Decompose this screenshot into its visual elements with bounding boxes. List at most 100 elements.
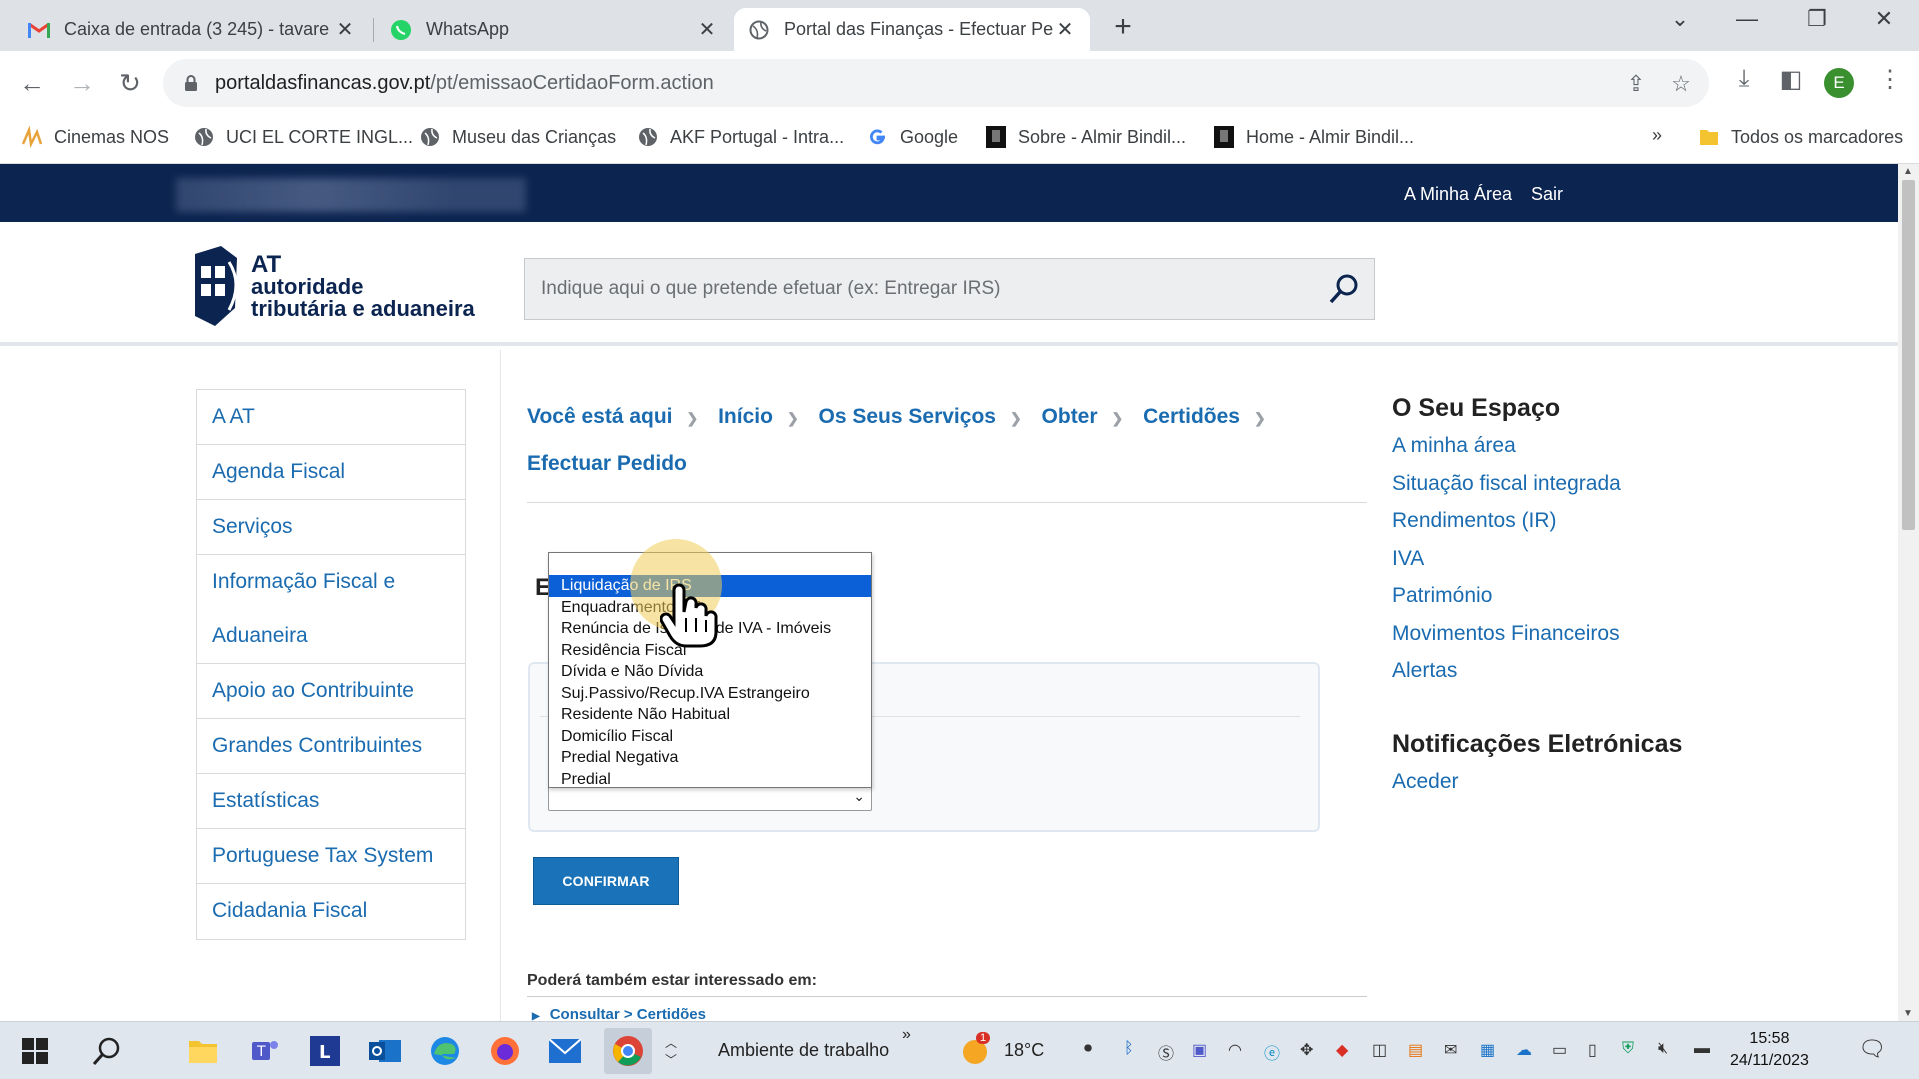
reload-icon[interactable]: ↻ [112,65,148,101]
menu-item-estatisticas[interactable]: Estatísticas [197,774,465,829]
menu-item-agenda-fiscal[interactable]: Agenda Fiscal [197,445,465,500]
bookmarks-overflow[interactable]: » [1652,125,1662,146]
close-tab-icon[interactable]: ✕ [696,17,718,42]
option-residente-nao-habitual[interactable]: Residente Não Habitual [549,704,871,726]
onedrive-icon[interactable]: ☁ [1516,1040,1532,1060]
bookmark-item[interactable]: AKF Portugal - Intra... [636,125,844,149]
menu-item-portuguese-tax-system[interactable]: Portuguese Tax System [197,829,465,884]
outlook-tray-icon[interactable]: ▦ [1480,1040,1495,1060]
breadcrumb-inicio[interactable]: Início [718,405,773,428]
dropbox-icon[interactable]: ✥ [1300,1040,1313,1060]
mail-icon[interactable] [548,1034,582,1068]
bookmark-item[interactable]: Google [866,125,958,149]
outlook-icon[interactable] [368,1034,402,1068]
breadcrumb-certidoes[interactable]: Certidões [1143,405,1240,428]
option-suj-passivo[interactable]: Suj.Passivo/Recup.IVA Estrangeiro [549,683,871,705]
page-scrollbar[interactable]: ▲ ▼ [1898,164,1919,1021]
usb-icon[interactable]: ▯ [1588,1040,1597,1060]
back-icon[interactable]: ← [14,65,50,101]
workspace-label[interactable]: Ambiente de trabalho [718,1040,889,1061]
teams-icon[interactable]: T [248,1034,282,1068]
firefox-icon[interactable] [488,1034,522,1068]
link-alertas[interactable]: Alertas [1392,652,1872,690]
battery-icon[interactable]: ▬ [1694,1040,1710,1058]
menu-item-grandes-contribuintes[interactable]: Grandes Contribuintes [197,719,465,774]
windows-start-icon[interactable] [18,1034,52,1068]
office-icon[interactable]: ▤ [1408,1040,1423,1060]
option-domicilio-fiscal[interactable]: Domicílio Fiscal [549,726,871,748]
wifi-icon[interactable]: ◠ [1228,1040,1242,1060]
tab-portal-financas[interactable]: Portal das Finanças - Efectuar Pe ✕ [734,8,1090,51]
scroll-down-icon[interactable]: ▼ [1903,1008,1913,1019]
menu-dots-icon[interactable]: ⋮ [1874,65,1906,94]
at-logo[interactable]: AT autoridade tributária e aduaneira [185,244,475,330]
app-red-icon[interactable]: ◆ [1336,1040,1348,1060]
menu-item-apoio-contribuinte[interactable]: Apoio ao Contribuinte [197,664,465,719]
volume-muted-icon[interactable]: 🔇︎ [1658,1040,1668,1058]
edge-icon[interactable] [428,1034,462,1068]
taskbar-scroll-arrows[interactable]: ︿ ﹀ [660,1028,682,1074]
interest-link[interactable]: ▶ Consultar > Certidões [532,1006,706,1021]
link-patrimonio[interactable]: Património [1392,577,1872,615]
menu-item-cidadania-fiscal[interactable]: Cidadania Fiscal [197,884,465,939]
scroll-up-icon[interactable]: ▲ [1903,166,1913,177]
new-tab-icon[interactable]: + [1107,10,1139,44]
menu-item-servicos[interactable]: Serviços [197,500,465,555]
close-window-icon[interactable]: ✕ [1864,6,1904,32]
scrollbar-thumb[interactable] [1902,180,1915,530]
chrome-icon[interactable] [604,1028,652,1074]
security-shield-icon[interactable]: ⛨ [1622,1040,1634,1058]
search-icon[interactable] [90,1034,124,1068]
teams-tray-icon[interactable]: ▣ [1192,1040,1207,1060]
menu-item-informacao-fiscal[interactable]: Informação Fiscal e Aduaneira [197,555,465,664]
notification-center-icon[interactable]: 🗨︎ [1858,1036,1886,1062]
search-input[interactable] [525,259,1305,319]
option-predial-negativa[interactable]: Predial Negativa [549,747,871,769]
restore-icon[interactable]: ❐ [1797,6,1837,32]
minimize-icon[interactable]: — [1727,6,1767,32]
taskbar-overflow[interactable]: » [902,1026,911,1044]
e-app-icon[interactable]: ⓔ [1264,1040,1280,1064]
link-aceder[interactable]: Aceder [1392,763,1872,801]
bookmark-item[interactable]: Sobre - Almir Bindil... [984,125,1186,149]
close-tab-icon[interactable]: ✕ [1054,17,1076,42]
file-explorer-icon[interactable] [186,1034,220,1068]
download-icon[interactable]: ⤓ [1728,65,1760,93]
envelope-icon[interactable]: ✉ [1444,1040,1457,1060]
bookmark-item[interactable]: Home - Almir Bindil... [1212,125,1414,149]
confirm-button[interactable]: CONFIRMAR [533,857,679,905]
tab-search-chevron-icon[interactable]: ⌄ [1660,6,1700,32]
display-icon[interactable]: ▭ [1552,1040,1567,1060]
link-rendimentos[interactable]: Rendimentos (IR) [1392,502,1872,540]
close-tab-icon[interactable]: ✕ [334,17,356,42]
tab-whatsapp[interactable]: WhatsApp ✕ [376,8,732,51]
link-situacao-fiscal[interactable]: Situação fiscal integrada [1392,465,1872,503]
forward-icon[interactable]: → [64,65,100,101]
share-icon[interactable]: ⇪ [1623,71,1649,97]
link-minha-area[interactable]: A minha área [1392,427,1872,465]
breadcrumb-obter[interactable]: Obter [1042,405,1098,428]
bookmark-item[interactable]: Museu das Crianças [418,125,616,149]
logout-link[interactable]: Sair [1531,184,1563,205]
side-panel-icon[interactable]: ◧ [1775,65,1807,94]
link-movimentos-financeiros[interactable]: Movimentos Financeiros [1392,615,1872,653]
lock-icon[interactable] [181,74,201,92]
all-bookmarks-folder[interactable]: Todos os marcadores [1697,125,1903,149]
address-bar[interactable]: portaldasfinancas.gov.pt/pt/emissaoCerti… [163,59,1709,107]
system-clock[interactable]: 15:58 24/11/2023 [1730,1028,1809,1072]
breadcrumb-servicos[interactable]: Os Seus Serviços [819,405,996,428]
menu-item-a-at[interactable]: A AT [197,390,465,445]
option-predial[interactable]: Predial [549,769,871,791]
launcher-l-icon[interactable]: L [308,1034,342,1068]
tab-gmail[interactable]: Caixa de entrada (3 245) - tavare ✕ [14,8,370,51]
record-icon[interactable]: ⏺ [1084,1040,1092,1058]
bookmark-item[interactable]: UCI EL CORTE INGL... [192,125,413,149]
link-iva[interactable]: IVA [1392,540,1872,578]
bookmark-item[interactable]: Cinemas NOS [20,125,169,149]
camera-icon[interactable]: ◫ [1372,1040,1387,1060]
bluetooth-icon[interactable]: ᛒ [1124,1040,1134,1058]
skype-icon[interactable]: Ⓢ [1158,1040,1174,1064]
profile-avatar[interactable]: E [1824,68,1854,98]
bookmark-star-icon[interactable]: ☆ [1668,71,1694,97]
search-icon[interactable] [1328,273,1360,310]
